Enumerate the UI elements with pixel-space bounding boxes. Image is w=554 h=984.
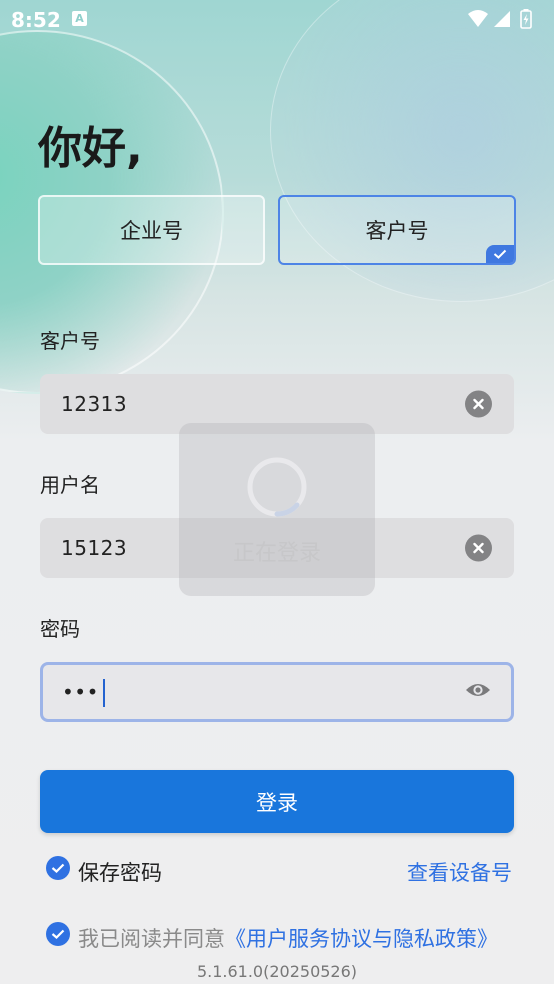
- agreement-checkbox[interactable]: [46, 922, 70, 946]
- company-account-label: 企业号: [120, 219, 183, 243]
- wifi-icon: [468, 10, 488, 27]
- clear-icon[interactable]: [465, 390, 492, 418]
- loading-spinner-icon: [247, 457, 307, 517]
- status-time: 8:52: [11, 8, 61, 32]
- signal-icon: [494, 11, 510, 27]
- loading-overlay: 正在登录: [179, 423, 375, 596]
- password-label: 密码: [40, 617, 80, 641]
- customer-no-label: 客户号: [40, 329, 100, 353]
- company-account-tab[interactable]: 企业号: [38, 195, 265, 265]
- greeting-title: 你好,: [38, 123, 143, 174]
- clear-icon[interactable]: [465, 534, 492, 562]
- app-notification-icon: A: [72, 11, 87, 26]
- loading-text: 正在登录: [232, 541, 321, 566]
- username-label: 用户名: [40, 473, 100, 497]
- save-password-label[interactable]: 保存密码: [78, 857, 162, 887]
- eye-icon[interactable]: [465, 681, 491, 703]
- agreement-text: 我已阅读并同意《用户服务协议与隐私政策》: [78, 923, 498, 953]
- text-caret: [103, 679, 105, 707]
- status-bar: 8:52 A: [0, 0, 554, 40]
- password-value: •••: [62, 680, 99, 704]
- customer-no-value: 12313: [61, 392, 128, 416]
- selected-check-icon: [486, 245, 514, 263]
- agreement-link[interactable]: 《用户服务协议与隐私政策》: [225, 927, 498, 951]
- version-label: 5.1.61.0(20250526): [196, 962, 358, 981]
- customer-account-label: 客户号: [365, 219, 429, 243]
- customer-account-tab[interactable]: 客户号: [278, 195, 516, 265]
- login-button[interactable]: 登录: [40, 770, 514, 833]
- agreement-prefix: 我已阅读并同意: [78, 927, 225, 951]
- username-value: 15123: [61, 536, 128, 560]
- system-icons: [466, 8, 546, 36]
- password-input[interactable]: •••: [40, 662, 514, 722]
- save-password-checkbox[interactable]: [46, 856, 70, 880]
- battery-icon: [520, 9, 532, 29]
- view-device-id-link[interactable]: 查看设备号: [407, 857, 512, 887]
